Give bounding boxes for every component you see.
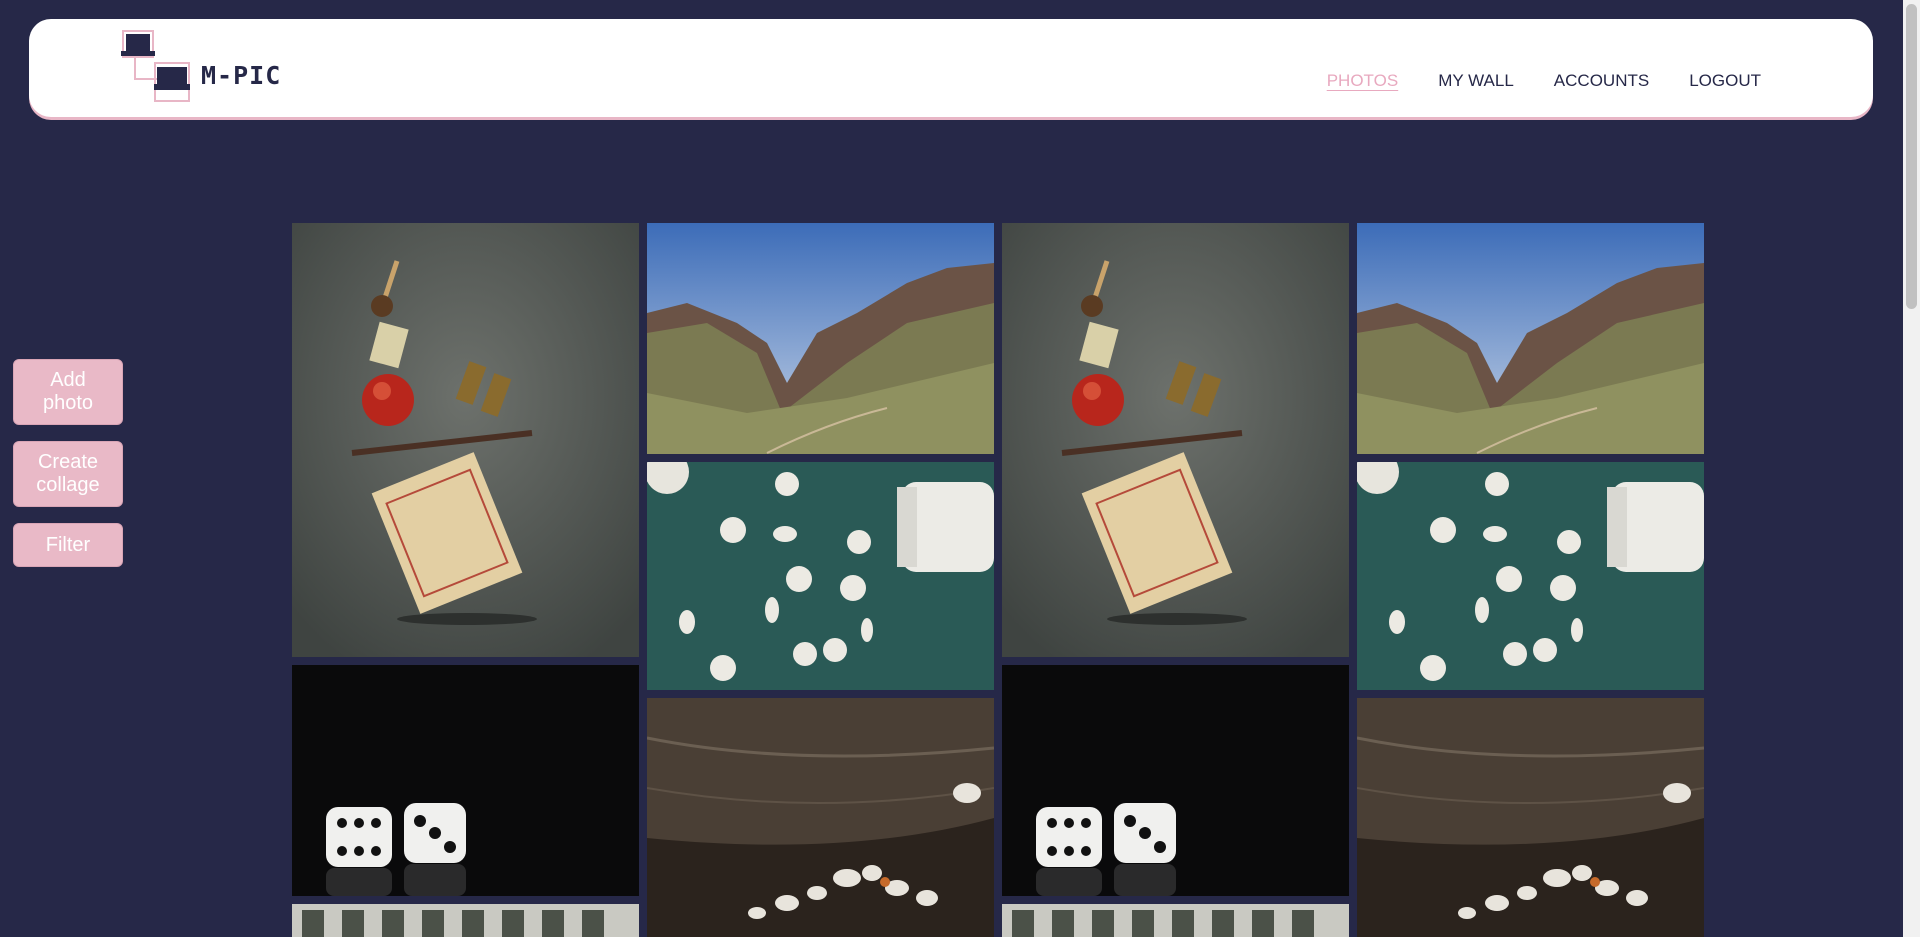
dice-image — [292, 665, 639, 896]
photo-pills[interactable] — [647, 462, 994, 690]
brand-name: M-PIC — [201, 61, 282, 90]
photo-still-life[interactable] — [1002, 223, 1349, 657]
photo-seashells[interactable] — [1357, 698, 1704, 937]
pills-image — [1357, 462, 1704, 690]
add-photo-button[interactable]: Add photo — [13, 359, 123, 425]
top-header: M-PIC PHOTOS MY WALL ACCOUNTS LOGOUT — [29, 19, 1873, 117]
building-image — [1002, 904, 1349, 937]
photo-seashells[interactable] — [647, 698, 994, 937]
mountain-image — [647, 223, 994, 454]
mountain-image — [1357, 223, 1704, 454]
still-life-image — [292, 223, 639, 657]
photo-mountain[interactable] — [647, 223, 994, 454]
seashells-image — [1357, 698, 1704, 937]
pills-image — [647, 462, 994, 690]
scrollbar-thumb[interactable] — [1906, 4, 1917, 309]
photo-still-life[interactable] — [292, 223, 639, 657]
nav-accounts[interactable]: ACCOUNTS — [1554, 71, 1649, 91]
brand-logo[interactable]: M-PIC — [121, 29, 296, 109]
create-collage-button[interactable]: Create collage — [13, 441, 123, 507]
filter-button[interactable]: Filter — [13, 523, 123, 567]
photo-gallery — [292, 223, 1705, 937]
nav-photos[interactable]: PHOTOS — [1327, 71, 1398, 91]
building-image — [292, 904, 639, 937]
photo-dice[interactable] — [1002, 665, 1349, 896]
filter-label: Filter — [45, 533, 91, 556]
photo-building[interactable] — [1002, 904, 1349, 937]
create-collage-label: Create collage — [36, 451, 100, 496]
dice-image — [1002, 665, 1349, 896]
nav-logout[interactable]: LOGOUT — [1689, 71, 1761, 91]
photo-building[interactable] — [292, 904, 639, 937]
seashells-image — [647, 698, 994, 937]
main-nav: PHOTOS MY WALL ACCOUNTS LOGOUT — [1327, 71, 1761, 91]
photo-mountain[interactable] — [1357, 223, 1704, 454]
nav-my-wall[interactable]: MY WALL — [1438, 71, 1514, 91]
laptops-logo-icon — [121, 30, 190, 102]
photo-dice[interactable] — [292, 665, 639, 896]
photo-pills[interactable] — [1357, 462, 1704, 690]
still-life-image — [1002, 223, 1349, 657]
add-photo-label: Add photo — [42, 369, 94, 414]
vertical-scrollbar[interactable] — [1903, 0, 1920, 937]
